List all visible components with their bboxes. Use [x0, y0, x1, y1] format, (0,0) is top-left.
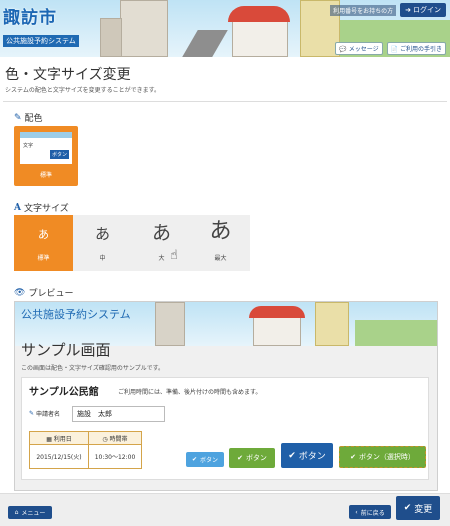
time-header: ◷ 時間帯: [87, 431, 143, 445]
check-icon: ✔: [191, 456, 197, 463]
applicant-label: ✎ 申請者名: [29, 409, 60, 418]
font-label: 中: [99, 255, 106, 262]
hand-cursor-icon: ☝: [170, 248, 178, 263]
menu-button[interactable]: ⌂ メニュー: [8, 506, 52, 519]
header-banner: 諏訪市 公共施設予約システム 利用番号をお持ちの方 ➜ ログイン 💬 メッセージ …: [0, 0, 450, 57]
sub-bar: 💬 メッセージ 📄 ご利用の手引き: [335, 42, 446, 55]
time-cell: 10:30～12:00: [87, 444, 143, 469]
font-label: 標準: [37, 255, 50, 262]
preview-section-header: 👁 プレビュー: [14, 286, 74, 300]
font-section-label: 文字サイズ: [23, 204, 69, 214]
font-option-largest[interactable]: あ 最大: [191, 215, 250, 271]
date-header-text: 利用日: [53, 435, 72, 443]
preview-title: サンプル画面: [21, 341, 111, 359]
time-header-text: 時間帯: [109, 435, 128, 443]
facility-name: サンプル公民館: [29, 387, 99, 398]
color-section-header: ✎ 配色: [14, 111, 43, 125]
applicant-field[interactable]: 施設 太郎: [72, 406, 165, 422]
sample-button-label: ボタン（選択時）: [358, 453, 415, 461]
change-label: 変更: [414, 504, 433, 515]
eye-icon: 👁: [14, 287, 26, 298]
color-option-standard[interactable]: 文字 ボタン 標準: [14, 126, 78, 186]
page-title: 色・文字サイズ変更: [5, 67, 131, 83]
date-cell: 2015/12/15(火): [29, 444, 89, 469]
login-icon: ➜: [405, 6, 411, 14]
change-button[interactable]: ✔ 変更: [396, 496, 440, 520]
check-icon: ✔: [288, 450, 296, 461]
menu-label: メニュー: [21, 510, 46, 517]
check-icon: ✔: [403, 503, 412, 513]
preview-system-name: 公共施設予約システム: [21, 308, 131, 321]
sample-button-small[interactable]: ✔ ボタン: [186, 452, 224, 467]
font-option-standard[interactable]: あ 標準: [14, 215, 73, 271]
color-option-label: 標準: [39, 172, 52, 179]
home-icon: ⌂: [14, 509, 19, 516]
font-label: 大: [158, 255, 165, 262]
color-section-label: 配色: [24, 114, 43, 124]
login-button[interactable]: ➜ ログイン: [400, 3, 446, 17]
city-name: 諏訪市: [3, 8, 57, 28]
thumb-button: ボタン: [49, 150, 69, 159]
date-header: ▦ 利用日: [29, 431, 89, 445]
top-bar: 利用番号をお持ちの方 ➜ ログイン: [330, 3, 446, 17]
back-label: 前に戻る: [360, 509, 385, 517]
font-option-medium[interactable]: あ 中: [73, 215, 132, 271]
brush-icon: ✎: [14, 112, 22, 123]
booking-table: ▦ 利用日 ◷ 時間帯 2015/12/15(火) 10:30～12:00: [29, 431, 143, 469]
font-glyph: あ: [38, 228, 49, 241]
login-label: ログイン: [413, 6, 441, 14]
footer-bar: ⌂ メニュー ‹ 前に戻る ✔ 変更: [0, 493, 450, 526]
font-size-options: あ 標準 あ 中 あ 大 あ 最大: [14, 215, 250, 271]
sample-button-selected[interactable]: ✔ ボタン（選択時）: [339, 446, 426, 468]
font-glyph: あ: [94, 225, 110, 243]
user-number-note: 利用番号をお持ちの方: [330, 4, 397, 16]
preview-description: この画面は配色・文字サイズ確認用のサンプルです。: [21, 365, 165, 372]
message-label: メッセージ: [348, 46, 379, 53]
facility-note: ご利用時間には、準備、後片付けの時間も含めます。: [118, 389, 262, 396]
font-section-header: A 文字サイズ: [14, 201, 69, 215]
font-label: 最大: [214, 255, 227, 262]
system-name: 公共施設予約システム: [3, 35, 79, 47]
font-glyph: あ: [209, 219, 232, 244]
sample-button-medium[interactable]: ✔ ボタン: [229, 448, 275, 468]
check-icon: ✔: [237, 454, 243, 462]
sample-button-label: ボタン: [298, 452, 326, 462]
pencil-icon: ✎: [29, 410, 35, 417]
check-icon: ✔: [350, 453, 356, 461]
font-glyph: あ: [151, 222, 171, 244]
guide-button[interactable]: 📄 ご利用の手引き: [386, 42, 446, 55]
brand: 諏訪市 公共施設予約システム: [3, 3, 79, 47]
chevron-left-icon: ‹: [355, 508, 358, 516]
font-option-large[interactable]: あ 大: [132, 215, 191, 271]
page-description: システムの配色と文字サイズを変更することができます。: [5, 87, 161, 94]
thumb-text: 文字: [23, 143, 34, 149]
sample-button-large[interactable]: ✔ ボタン: [281, 443, 333, 468]
applicant-label-text: 申請者名: [36, 411, 61, 418]
guide-label: ご利用の手引き: [399, 46, 442, 53]
preview-label: プレビュー: [28, 289, 74, 299]
preview-panel: 公共施設予約システム サンプル画面 この画面は配色・文字サイズ確認用のサンプルで…: [14, 301, 438, 491]
color-thumbnail: 文字 ボタン: [20, 132, 72, 164]
back-button[interactable]: ‹ 前に戻る: [349, 505, 391, 519]
sample-button-label: ボタン: [200, 457, 219, 464]
message-button[interactable]: 💬 メッセージ: [335, 42, 383, 55]
sample-button-label: ボタン: [245, 454, 267, 462]
font-icon: A: [14, 202, 21, 213]
preview-card: サンプル公民館 ご利用時間には、準備、後片付けの時間も含めます。 ✎ 申請者名 施…: [21, 377, 429, 480]
